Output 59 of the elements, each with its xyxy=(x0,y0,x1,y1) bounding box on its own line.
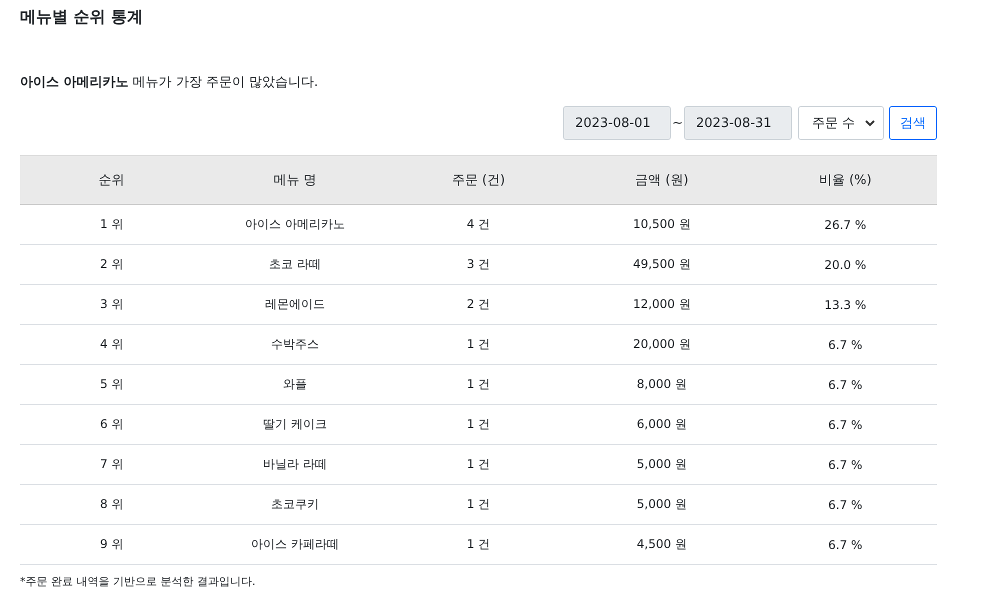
table-cell: 초코 라떼 xyxy=(269,257,321,271)
table-cell: 2 위 xyxy=(100,257,124,271)
table-cell: 6.7 % xyxy=(828,458,862,472)
table-cell: 딸기 케이크 xyxy=(263,417,327,431)
table-cell: 6.7 % xyxy=(828,538,862,552)
column-header: 메뉴 명 xyxy=(274,173,317,188)
table-cell: 3 건 xyxy=(466,257,490,271)
table-cell: 6.7 % xyxy=(828,418,862,432)
column-header: 주문 (건) xyxy=(452,173,506,188)
table-cell: 1 건 xyxy=(466,497,490,511)
table-cell: 26.7 % xyxy=(824,218,866,232)
sort-select[interactable]: 주문 수 xyxy=(798,106,884,140)
table-cell: 수박주스 xyxy=(271,337,320,351)
table-cell: 12,000 원 xyxy=(632,297,691,311)
table-cell: 49,500 원 xyxy=(632,257,691,271)
table-cell: 7 위 xyxy=(100,457,124,471)
table-cell: 6.7 % xyxy=(828,338,862,352)
table-cell: 20.0 % xyxy=(824,258,866,272)
page-title: 메뉴별 순위 통계 xyxy=(20,6,144,28)
table-cell: 13.3 % xyxy=(824,298,866,312)
end-date-field[interactable]: 2023-08-31 xyxy=(684,106,792,140)
table-cell: 1 건 xyxy=(466,457,490,471)
table-cell: 20,000 원 xyxy=(632,337,691,351)
table-cell: 초코쿠키 xyxy=(271,497,320,511)
table-cell: 8,000 원 xyxy=(636,377,687,391)
table-cell: 와플 xyxy=(283,377,308,391)
column-header: 비율 (%) xyxy=(818,173,872,188)
range-separator: ~ xyxy=(672,116,683,130)
column-header: 순위 xyxy=(98,173,125,188)
table-cell: 8 위 xyxy=(100,497,124,511)
table-cell: 1 위 xyxy=(100,217,124,231)
table-cell: 바닐라 라떼 xyxy=(263,457,327,471)
table-cell: 4,500 원 xyxy=(636,537,687,551)
chevron-down-icon xyxy=(865,120,875,126)
table-cell: 아이스 아메리카노 xyxy=(245,217,345,231)
table-cell: 1 건 xyxy=(466,337,490,351)
table-cell: 6 위 xyxy=(100,417,124,431)
table-cell: 2 건 xyxy=(466,297,490,311)
table-cell: 6.7 % xyxy=(828,498,862,512)
summary-text: 아이스 아메리카노 메뉴가 가장 주문이 많았습니다. xyxy=(20,74,320,92)
table-cell: 5,000 원 xyxy=(636,457,687,471)
footnote: *주문 완료 내역을 기반으로 분석한 결과입니다. xyxy=(20,574,256,589)
table-cell: 1 건 xyxy=(466,417,490,431)
table-cell: 4 위 xyxy=(100,337,124,351)
table-cell: 1 건 xyxy=(466,537,490,551)
table-cell: 레몬에이드 xyxy=(265,297,326,311)
table-cell: 1 건 xyxy=(466,377,490,391)
start-date-field[interactable]: 2023-08-01 xyxy=(563,106,672,140)
column-header: 금액 (원) xyxy=(635,173,688,188)
table-cell: 5,000 원 xyxy=(636,497,687,511)
table-cell: 4 건 xyxy=(466,217,490,231)
search-button[interactable]: 검색 xyxy=(889,106,937,140)
table-cell: 아이스 카페라떼 xyxy=(251,537,339,551)
table-cell: 10,500 원 xyxy=(632,217,691,231)
table-cell: 6.7 % xyxy=(828,378,862,392)
table-cell: 6,000 원 xyxy=(636,417,687,431)
table-cell: 3 위 xyxy=(100,297,124,311)
table-cell: 5 위 xyxy=(100,377,124,391)
table-cell: 9 위 xyxy=(100,537,124,551)
